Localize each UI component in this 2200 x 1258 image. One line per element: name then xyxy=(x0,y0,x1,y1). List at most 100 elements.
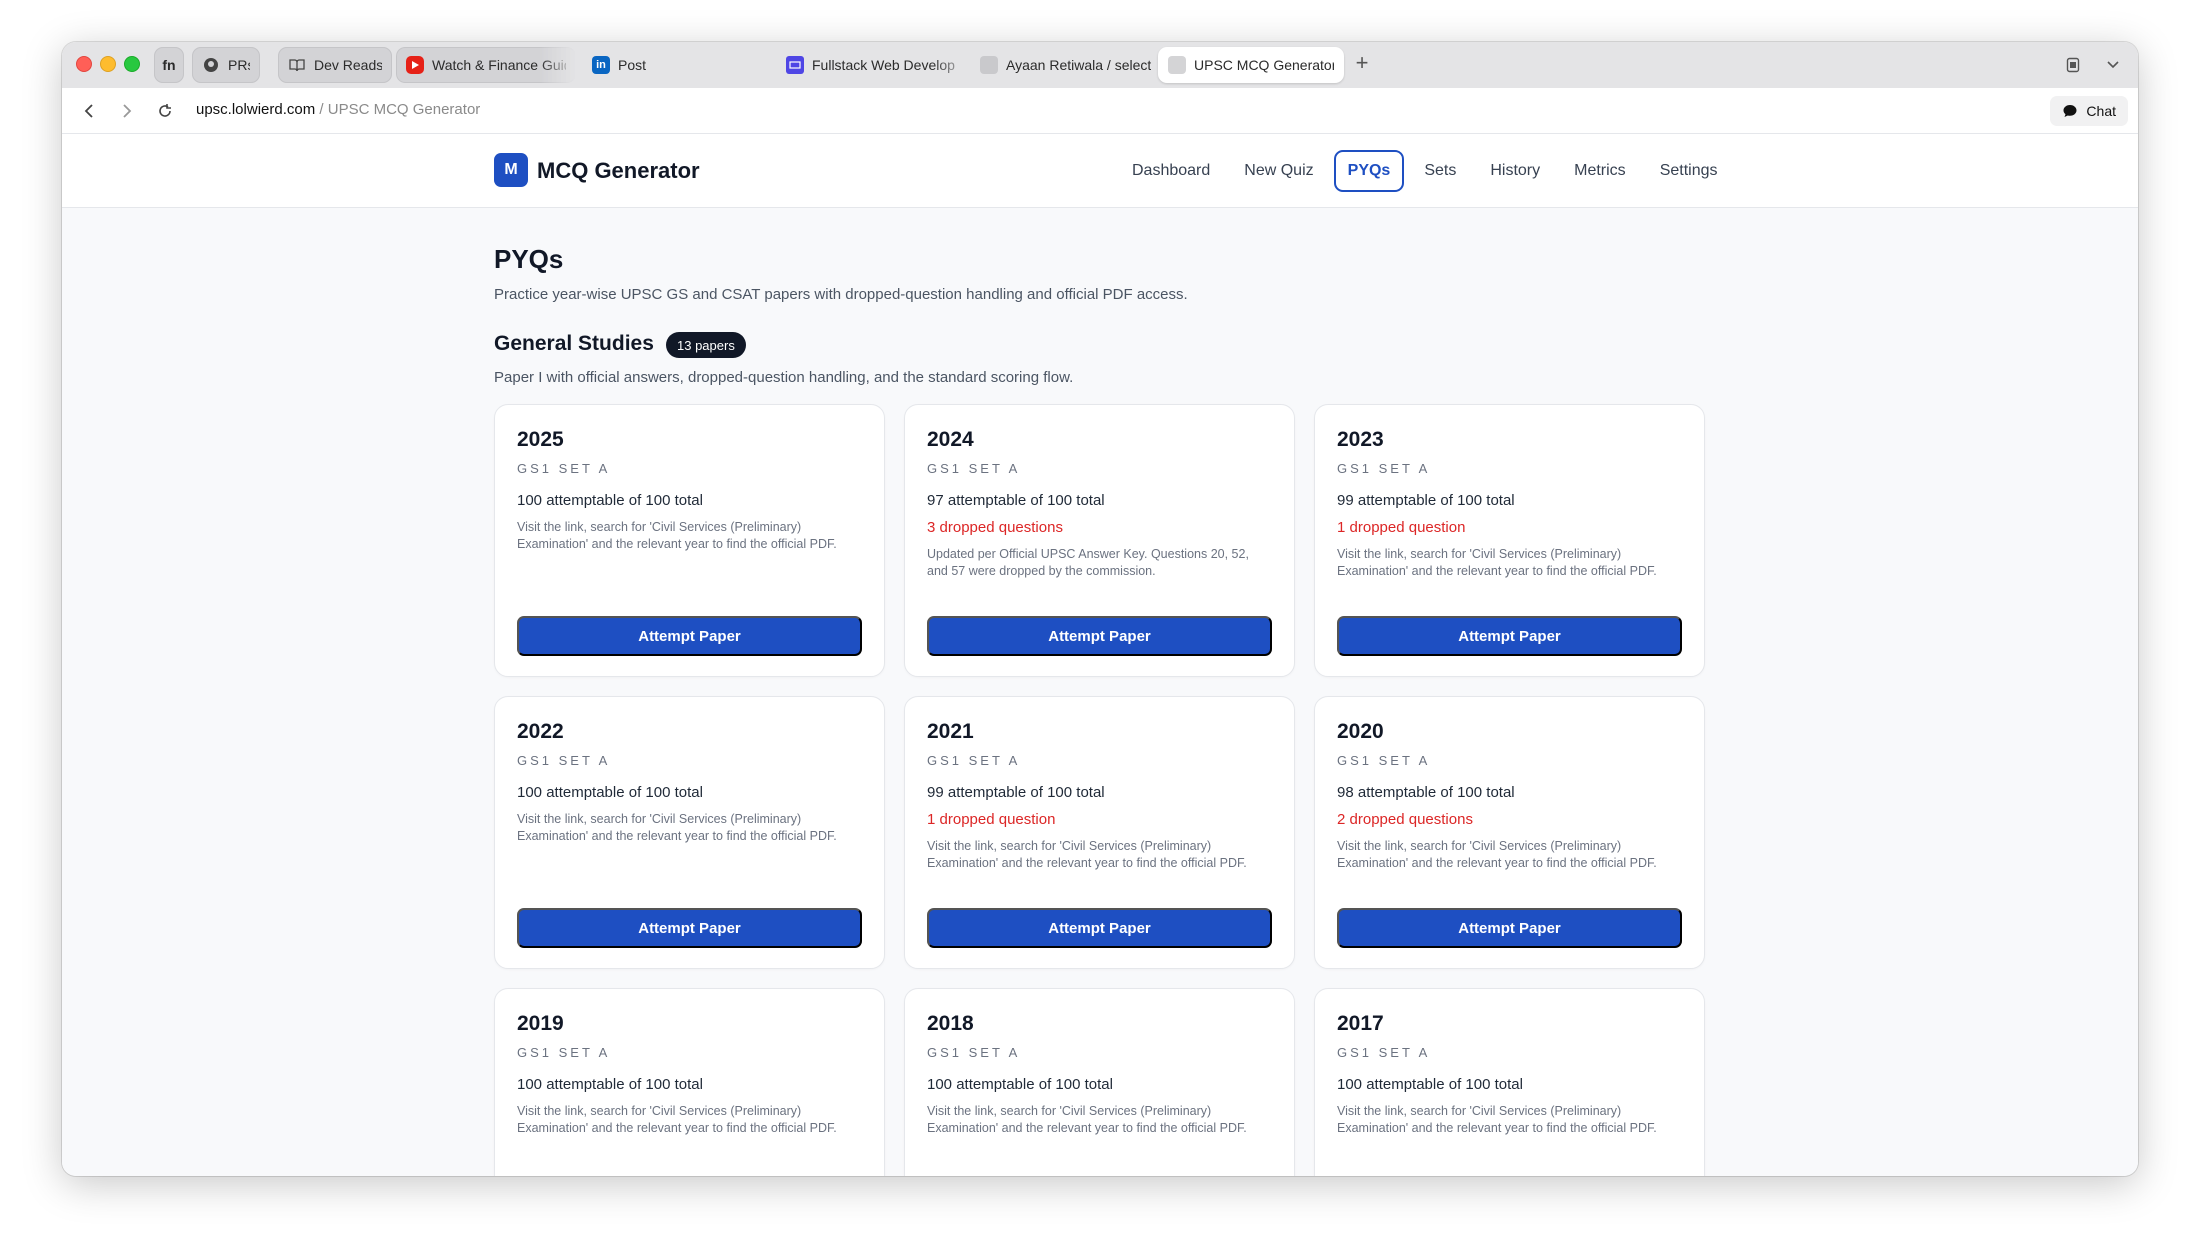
paper-year: 2023 xyxy=(1337,428,1384,451)
address-bar: upsc.lolwierd.com / UPSC MCQ Generator C… xyxy=(62,88,2138,134)
paper-note: Visit the link, search for 'Civil Servic… xyxy=(517,520,837,551)
attemptable-count: 100 attemptable of 100 total xyxy=(927,1076,1113,1093)
paper-note: Visit the link, search for 'Civil Servic… xyxy=(927,1104,1247,1135)
app-page: M MCQ Generator Dashboard New Quiz PYQs … xyxy=(62,134,2138,1176)
close-window-button[interactable] xyxy=(76,56,92,72)
paper-card: 2020 GS1 SET A 98 attemptable of 100 tot… xyxy=(1314,696,1705,969)
attempt-paper-button[interactable]: Attempt Paper xyxy=(1337,616,1682,656)
app-logo[interactable]: M xyxy=(494,153,528,187)
attemptable-count: 99 attemptable of 100 total xyxy=(1337,492,1515,509)
tab-bar: fn PRs Dev Reads Watch & Finance Guid in… xyxy=(62,42,2138,88)
attemptable-count: 100 attemptable of 100 total xyxy=(1337,1076,1523,1093)
linkedin-icon: in xyxy=(592,56,610,74)
nav-pyqs[interactable]: PYQs xyxy=(1333,150,1405,192)
paper-set: GS1 SET A xyxy=(1337,461,1431,476)
paper-card: 2017 GS1 SET A 100 attemptable of 100 to… xyxy=(1314,988,1705,1176)
paper-note: Visit the link, search for 'Civil Servic… xyxy=(517,1104,837,1135)
paper-year: 2024 xyxy=(927,428,974,451)
tab-upsc-mcq[interactable]: UPSC MCQ Generator xyxy=(1158,47,1344,83)
paper-note: Visit the link, search for 'Civil Servic… xyxy=(517,812,837,843)
paper-card-grid: 2025 GS1 SET A 100 attemptable of 100 to… xyxy=(494,404,1772,1176)
book-icon xyxy=(288,56,306,74)
paper-year: 2019 xyxy=(517,1012,564,1035)
nav-metrics[interactable]: Metrics xyxy=(1560,150,1640,192)
section-title: General Studies xyxy=(494,332,654,355)
attempt-paper-button[interactable]: Attempt Paper xyxy=(517,908,862,948)
paper-card: 2021 GS1 SET A 99 attemptable of 100 tot… xyxy=(904,696,1295,969)
attempt-paper-button[interactable]: Attempt Paper xyxy=(517,616,862,656)
dropped-questions: 1 dropped question xyxy=(1337,519,1466,536)
attemptable-count: 100 attemptable of 100 total xyxy=(517,784,703,801)
paper-note: Visit the link, search for 'Civil Servic… xyxy=(1337,839,1657,870)
paper-set: GS1 SET A xyxy=(517,1045,611,1060)
section-subtitle: Paper I with official answers, dropped-q… xyxy=(494,369,1074,386)
attemptable-count: 97 attemptable of 100 total xyxy=(927,492,1105,509)
paper-note: Visit the link, search for 'Civil Servic… xyxy=(1337,547,1657,578)
tab-fn[interactable]: fn xyxy=(154,47,184,83)
page-icon xyxy=(980,56,998,74)
tab-label: Ayaan Retiwala / select xyxy=(1006,57,1152,73)
tab-overview-icon[interactable] xyxy=(2062,53,2084,77)
nav-sets[interactable]: Sets xyxy=(1410,150,1470,192)
back-icon[interactable] xyxy=(78,100,100,122)
paper-year: 2017 xyxy=(1337,1012,1384,1035)
dropped-questions: 3 dropped questions xyxy=(927,519,1063,536)
tab-prs[interactable]: PRs xyxy=(192,47,260,83)
paper-set: GS1 SET A xyxy=(517,461,611,476)
paper-card: 2024 GS1 SET A 97 attemptable of 100 tot… xyxy=(904,404,1295,677)
github-icon xyxy=(202,56,220,74)
dropped-questions: 1 dropped question xyxy=(927,811,1056,828)
app-header: M MCQ Generator Dashboard New Quiz PYQs … xyxy=(62,134,2138,208)
tab-watch-finance[interactable]: Watch & Finance Guid xyxy=(396,47,576,83)
tab-label: Post xyxy=(618,57,647,73)
paper-card: 2025 GS1 SET A 100 attemptable of 100 to… xyxy=(494,404,885,677)
tab-post[interactable]: in Post xyxy=(582,47,782,83)
paper-set: GS1 SET A xyxy=(927,1045,1021,1060)
chevron-down-icon[interactable] xyxy=(2102,53,2124,77)
url-page-title: UPSC MCQ Generator xyxy=(327,101,481,118)
zoom-window-button[interactable] xyxy=(124,56,140,72)
url-field[interactable]: upsc.lolwierd.com / UPSC MCQ Generator xyxy=(196,101,480,118)
new-tab-button[interactable]: + xyxy=(1350,50,1374,75)
url-separator: / xyxy=(315,101,328,118)
minimize-window-button[interactable] xyxy=(100,56,116,72)
chat-button[interactable]: Chat xyxy=(2050,96,2128,126)
url-domain: upsc.lolwierd.com xyxy=(196,101,316,118)
tab-label: Fullstack Web Develop xyxy=(812,57,955,73)
attempt-paper-button[interactable]: Attempt Paper xyxy=(927,908,1272,948)
paper-year: 2022 xyxy=(517,720,564,743)
paper-card: 2023 GS1 SET A 99 attemptable of 100 tot… xyxy=(1314,404,1705,677)
paper-set: GS1 SET A xyxy=(1337,753,1431,768)
paper-set: GS1 SET A xyxy=(927,753,1021,768)
attempt-paper-button[interactable]: Attempt Paper xyxy=(927,616,1272,656)
nav-settings[interactable]: Settings xyxy=(1646,150,1732,192)
paper-year: 2018 xyxy=(927,1012,974,1035)
main-nav: Dashboard New Quiz PYQs Sets History Met… xyxy=(1118,150,1732,192)
paper-note: Updated per Official UPSC Answer Key. Qu… xyxy=(927,547,1249,578)
paper-card: 2018 GS1 SET A 100 attemptable of 100 to… xyxy=(904,988,1295,1176)
attemptable-count: 98 attemptable of 100 total xyxy=(1337,784,1515,801)
forward-icon[interactable] xyxy=(116,100,138,122)
paper-year: 2025 xyxy=(517,428,564,451)
youtube-icon xyxy=(406,56,424,74)
attempt-paper-button[interactable]: Attempt Paper xyxy=(1337,908,1682,948)
dropped-questions: 2 dropped questions xyxy=(1337,811,1473,828)
page-title: PYQs xyxy=(494,244,564,274)
paper-card: 2022 GS1 SET A 100 attemptable of 100 to… xyxy=(494,696,885,969)
attemptable-count: 100 attemptable of 100 total xyxy=(517,492,703,509)
paper-year: 2020 xyxy=(1337,720,1384,743)
tab-dev-reads[interactable]: Dev Reads xyxy=(278,47,392,83)
paper-card: 2019 GS1 SET A 100 attemptable of 100 to… xyxy=(494,988,885,1176)
paper-count-badge: 13 papers xyxy=(666,332,746,358)
tab-label: UPSC MCQ Generator xyxy=(1194,57,1334,73)
tab-fullstack[interactable]: Fullstack Web Develop xyxy=(776,47,972,83)
nav-new-quiz[interactable]: New Quiz xyxy=(1230,150,1327,192)
paper-note: Visit the link, search for 'Civil Servic… xyxy=(927,839,1247,870)
page-icon xyxy=(1168,56,1186,74)
chat-bubble-icon xyxy=(2063,105,2077,117)
reload-icon[interactable] xyxy=(154,100,176,122)
course-icon xyxy=(786,56,804,74)
nav-history[interactable]: History xyxy=(1476,150,1554,192)
nav-dashboard[interactable]: Dashboard xyxy=(1118,150,1224,192)
app-brand-title[interactable]: MCQ Generator xyxy=(537,158,700,184)
